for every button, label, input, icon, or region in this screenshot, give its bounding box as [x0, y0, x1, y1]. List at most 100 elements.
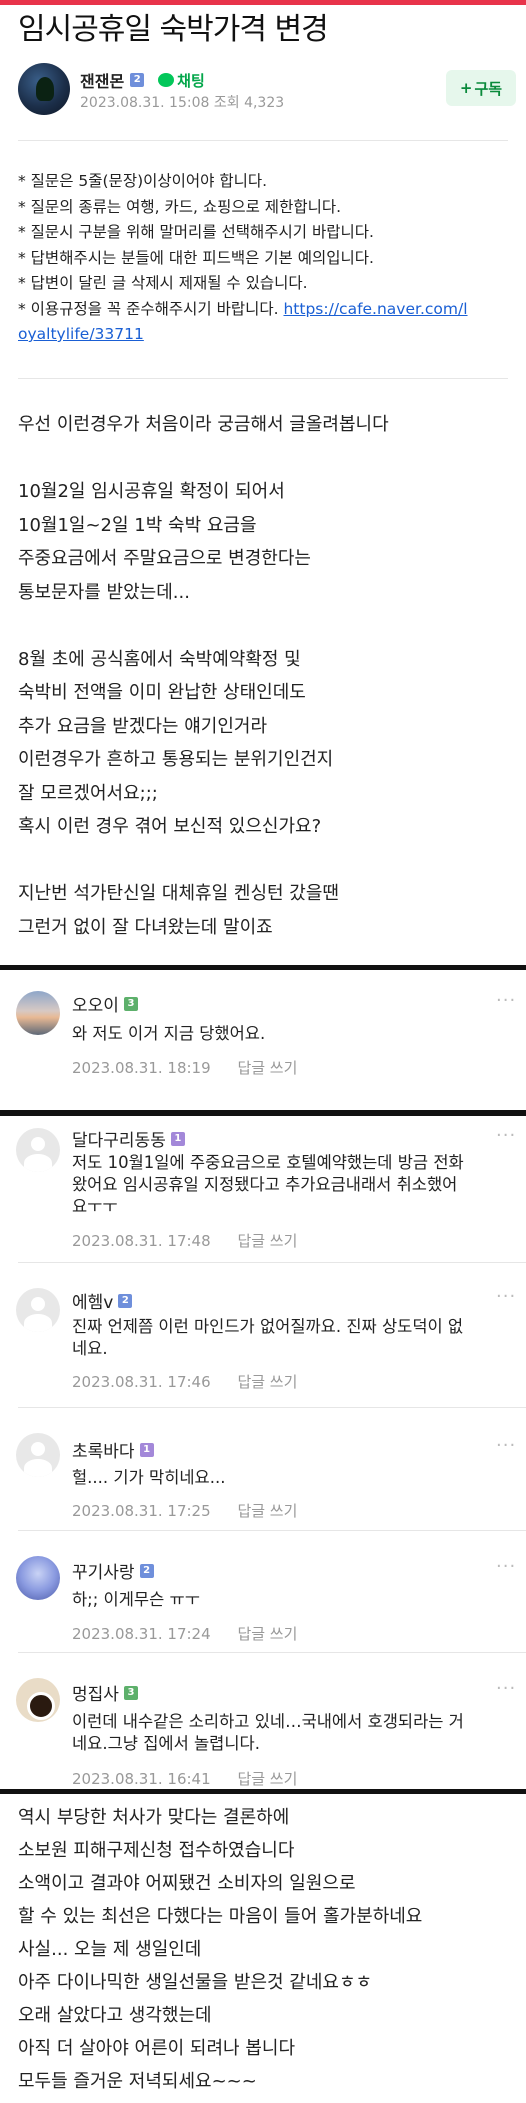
notice-text: * 이용규정을 꼭 준수해주시기 바랍니다.	[18, 299, 279, 318]
comment-date: 2023.08.31. 17:25	[72, 1502, 211, 1520]
post-meta: 2023.08.31. 15:08 조회 4,323	[80, 92, 284, 112]
comment-author[interactable]: 멍집사 3	[72, 1680, 138, 1705]
comment-text: 저도 10월1일에 주중요금으로 호텔예약했는데 방금 전화 왔어요 임시공휴일…	[72, 1152, 522, 1218]
followup-line: 아직 더 살아야 어른이 되려나 봅니다	[18, 2038, 296, 2059]
body-line: 이런경우가 흔하고 통용되는 분위기인건지	[18, 749, 334, 770]
comment-nickname: 멍집사	[72, 1685, 119, 1705]
comment-line: 네요.그냥 집에서 놀렵니다.	[72, 1734, 260, 1753]
notice-line: * 질문은 5줄(문장)이상이어야 합니다.	[18, 172, 268, 190]
rules-link-cont[interactable]: oyaltylife/33711	[18, 325, 144, 343]
level-badge: 1	[139, 1442, 154, 1457]
comment-nickname: 오오이	[72, 996, 119, 1016]
comment-nickname: 초록바다	[72, 1442, 135, 1462]
followup-line: 아주 다이나믹한 생일선물을 받은것 같네요ㅎㅎ	[18, 1972, 373, 1993]
body-line: 10월1일~2일 1박 숙박 요금을	[18, 514, 257, 536]
reply-button[interactable]: 답글 쓰기	[237, 1625, 297, 1643]
post-views: 조회 4,323	[213, 95, 285, 111]
body-line: 지난번 석가탄신일 대체휴일 켄싱턴 갔을땐	[18, 883, 339, 904]
more-options-icon[interactable]: ···	[496, 1678, 516, 1699]
comment-author[interactable]: 에헴v 2	[72, 1288, 133, 1313]
body-line	[18, 844, 518, 878]
subscribe-label: 구독	[474, 79, 503, 98]
more-options-icon[interactable]: ···	[496, 1556, 516, 1577]
comment-text: 헐.... 기가 막히네요...	[72, 1467, 522, 1489]
comment-text: 와 저도 이거 지금 당했어요.	[72, 1023, 522, 1045]
comment-date: 2023.08.31. 17:46	[72, 1373, 211, 1391]
commenter-avatar[interactable]	[16, 1678, 60, 1722]
level-badge: 3	[123, 996, 138, 1011]
followup-line: 소액이고 결과야 어찌됐건 소비자의 일원으로	[18, 1873, 356, 1894]
comment-text: 이런데 내수같은 소리하고 있네…국내에서 호갱되라는 거 네요.그냥 집에서 …	[72, 1711, 522, 1755]
comment-date: 2023.08.31. 17:24	[72, 1625, 211, 1643]
notice-block: * 질문은 5줄(문장)이상이어야 합니다. * 질문의 종류는 여행, 카드,…	[18, 169, 518, 348]
subscribe-button[interactable]: + 구독	[446, 70, 516, 106]
comment-line: 왔어요 임시공휴일 지정됐다고 추가요금내래서 취소했어	[72, 1175, 458, 1194]
body-line	[18, 609, 518, 643]
comment-nickname: 에헴v	[72, 1293, 114, 1313]
body-line: 그런거 없이 잘 다녀왔는데 말이죠	[18, 916, 273, 938]
section-separator	[0, 1110, 526, 1116]
more-options-icon[interactable]: ···	[496, 1125, 516, 1146]
comment-nickname: 꾸기사랑	[72, 1563, 135, 1583]
notice-line: * 질문의 종류는 여행, 카드, 쇼핑으로 제한합니다.	[18, 197, 342, 216]
comment-text: 하;; 이게무슨 ㅠㅜ	[72, 1589, 522, 1611]
reply-button[interactable]: 답글 쓰기	[237, 1770, 297, 1788]
reply-button[interactable]: 답글 쓰기	[237, 1059, 297, 1077]
divider	[18, 378, 508, 379]
comment-author[interactable]: 초록바다 1	[72, 1437, 154, 1462]
body-line: 10월2일 임시공휴일 확정이 되어서	[18, 481, 285, 502]
comment-meta: 2023.08.31. 17:48 답글 쓰기	[72, 1230, 297, 1251]
plus-icon: +	[459, 79, 473, 97]
followup-line: 역시 부당한 처사가 맞다는 결론하에	[18, 1807, 290, 1828]
commenter-avatar[interactable]	[16, 1128, 60, 1172]
author-avatar[interactable]	[18, 63, 70, 115]
chat-button[interactable]: 채팅	[158, 70, 205, 91]
comment-meta: 2023.08.31. 17:46 답글 쓰기	[72, 1371, 297, 1392]
body-line: 추가 요금을 받겠다는 얘기인거라	[18, 715, 268, 737]
divider	[18, 1530, 526, 1531]
commenter-avatar[interactable]	[16, 1433, 60, 1477]
followup-line: 사실... 오늘 제 생일인데	[18, 1939, 202, 1960]
comment-text: 진짜 언제쯤 이런 마인드가 없어질까요. 진짜 상도덕이 없 네요.	[72, 1316, 522, 1360]
comment-meta: 2023.08.31. 16:41 답글 쓰기	[72, 1768, 297, 1789]
comment-line: 하;; 이게무슨 ㅠㅜ	[72, 1590, 200, 1609]
author-info: 잰잰몬 2 채팅	[80, 68, 205, 92]
comment-author[interactable]: 꾸기사랑 2	[72, 1558, 154, 1583]
reply-button[interactable]: 답글 쓰기	[237, 1232, 297, 1250]
more-options-icon[interactable]: ···	[496, 1435, 516, 1456]
notice-line: * 답변해주시는 분들에 대한 피드백은 기본 예의입니다.	[18, 248, 374, 267]
rules-link[interactable]: https://cafe.naver.com/l	[283, 300, 467, 318]
body-line: 통보문자를 받았는데...	[18, 581, 190, 603]
level-badge: 2	[139, 1563, 154, 1578]
reply-button[interactable]: 답글 쓰기	[237, 1373, 297, 1391]
more-options-icon[interactable]: ···	[496, 1286, 516, 1307]
author-nickname[interactable]: 잰잰몬	[80, 68, 124, 92]
divider	[18, 140, 508, 141]
commenter-avatar[interactable]	[16, 1288, 60, 1332]
comment-author[interactable]: 달다구리동동 1	[72, 1126, 185, 1151]
comment-meta: 2023.08.31. 18:19 답글 쓰기	[72, 1057, 297, 1078]
comment-line: 네요.	[72, 1339, 108, 1358]
comment-date: 2023.08.31. 18:19	[72, 1059, 211, 1077]
body-line: 혹시 이런 경우 겪어 보신적 있으신가요?	[18, 816, 322, 837]
notice-line: * 질문시 구분을 위해 말머리를 선택해주시기 바랍니다.	[18, 223, 374, 241]
commenter-avatar[interactable]	[16, 991, 60, 1035]
reply-button[interactable]: 답글 쓰기	[237, 1502, 297, 1520]
more-options-icon[interactable]: ···	[496, 990, 516, 1011]
commenter-avatar[interactable]	[16, 1556, 60, 1600]
comment-line: 와 저도 이거 지금 당했어요.	[72, 1024, 266, 1043]
post-date: 2023.08.31. 15:08	[80, 95, 210, 111]
level-badge: 2	[118, 1293, 133, 1308]
followup-line: 오래 살았다고 생각했는데	[18, 2005, 212, 2026]
comment-line: 헐.... 기가 막히네요...	[72, 1468, 226, 1487]
body-line: 우선 이런경우가 처음이라 궁금해서 글올려봅니다	[18, 414, 389, 435]
level-badge: 1	[170, 1131, 185, 1146]
body-line	[18, 442, 518, 476]
post-body: 우선 이런경우가 처음이라 궁금해서 글올려봅니다 10월2일 임시공휴일 확정…	[18, 408, 518, 944]
comment-date: 2023.08.31. 17:48	[72, 1232, 211, 1250]
followup-text: 역시 부당한 처사가 맞다는 결론하에 소보원 피해구제신청 접수하였습니다 소…	[18, 1801, 523, 2098]
body-line: 8월 초에 공식홈에서 숙박예약확정 및	[18, 648, 301, 670]
comment-author[interactable]: 오오이 3	[72, 991, 138, 1016]
followup-line: 소보원 피해구제신청 접수하였습니다	[18, 1840, 295, 1861]
section-separator	[0, 1789, 526, 1794]
